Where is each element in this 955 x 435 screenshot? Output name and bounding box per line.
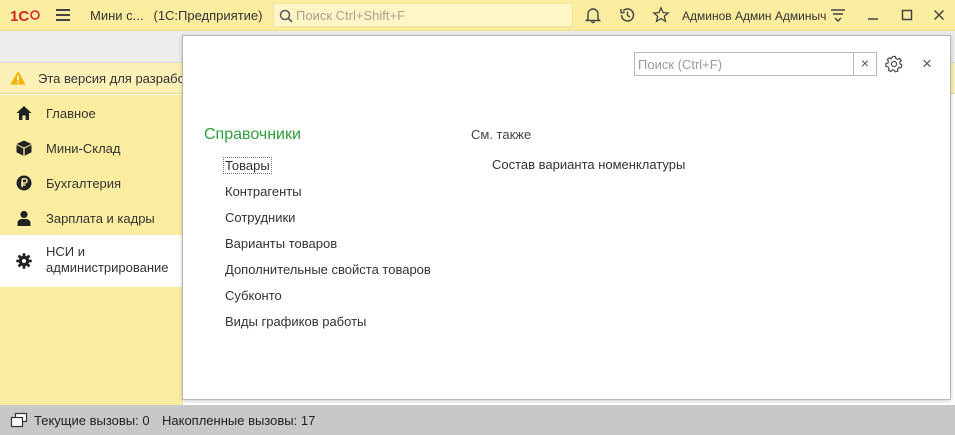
close-icon[interactable] (930, 6, 948, 24)
star-icon[interactable] (652, 6, 670, 24)
settings-lines-icon[interactable] (829, 6, 847, 24)
panel-search-input[interactable] (638, 56, 852, 72)
link-product-variants[interactable]: Варианты товаров (225, 236, 431, 262)
label-line-2: администрирование (46, 260, 169, 275)
link-variant-composition[interactable]: Состав варианта номенклатуры (492, 157, 685, 172)
history-icon[interactable] (618, 6, 636, 24)
current-calls: Текущие вызовы: 0 (34, 413, 150, 428)
warning-text: Эта версия для разрабо (38, 71, 185, 86)
sidebar-item-salary[interactable]: Зарплата и кадры (0, 200, 183, 235)
gear-icon (16, 253, 32, 269)
app-name: Мини с... (90, 8, 144, 23)
link-label: Товары (223, 157, 272, 174)
bell-icon[interactable] (584, 6, 602, 24)
function-panel: × × Справочники Товары Контрагенты Сотру… (182, 35, 951, 400)
sidebar-item-label: Главное (46, 106, 96, 121)
link-products[interactable]: Товары (223, 157, 431, 184)
link-subconto[interactable]: Субконто (225, 288, 431, 314)
sidebar-item-admin[interactable]: НСИ и администрирование (0, 235, 183, 287)
sidebar-item-label: Мини-Склад (46, 141, 121, 156)
sidebar-item-mini-warehouse[interactable]: Мини-Склад (0, 130, 183, 165)
sidebar: Главное Мини-Склад Бухгалтерия Зарплата … (0, 95, 183, 405)
status-bar: Текущие вызовы: 0 Накопленные вызовы: 17 (0, 405, 955, 435)
sidebar-item-label: Зарплата и кадры (46, 211, 155, 226)
panel-close-button[interactable]: × (920, 54, 934, 74)
maximize-icon[interactable] (898, 6, 916, 24)
sidebar-item-accounting[interactable]: Бухгалтерия (0, 165, 183, 200)
link-additional-properties[interactable]: Дополнительные свойста товаров (225, 262, 431, 288)
home-icon (16, 106, 32, 120)
ruble-coin-icon (16, 175, 32, 191)
sidebar-item-label: Бухгалтерия (46, 176, 122, 191)
clear-search-button[interactable]: × (853, 53, 876, 75)
menu-icon[interactable] (56, 9, 70, 21)
platform-name: (1С:Предприятие) (153, 8, 263, 23)
1c-logo[interactable]: 1С (10, 7, 42, 24)
svg-text:1С: 1С (10, 8, 29, 24)
person-icon (17, 210, 31, 226)
settings-gear-icon[interactable] (885, 55, 903, 73)
app-title: Мини с... (1С:Предприятие) (90, 8, 263, 23)
global-search-input[interactable] (296, 6, 566, 24)
link-counterparties[interactable]: Контрагенты (225, 184, 431, 210)
search-icon (279, 9, 293, 23)
warning-icon (10, 71, 26, 85)
link-employees[interactable]: Сотрудники (225, 210, 431, 236)
accumulated-calls: Накопленные вызовы: 17 (162, 413, 316, 428)
windows-icon[interactable] (10, 412, 28, 428)
panel-search[interactable]: × (634, 52, 877, 76)
sidebar-item-label: НСИ и администрирование (46, 244, 169, 276)
minimize-icon[interactable] (864, 6, 882, 24)
user-name[interactable]: Админов Админ Админыч (682, 9, 826, 23)
catalog-links: Товары Контрагенты Сотрудники Варианты т… (223, 157, 431, 340)
title-bar: 1С Мини с... (1С:Предприятие) Админов Адм… (0, 0, 955, 31)
sidebar-item-main[interactable]: Главное (0, 95, 183, 130)
link-schedule-types[interactable]: Виды графиков работы (225, 314, 431, 340)
label-line-1: НСИ и (46, 244, 85, 259)
box-icon (16, 140, 32, 156)
see-also-title: См. также (471, 127, 532, 142)
section-title: Справочники (204, 126, 301, 143)
global-search[interactable] (273, 3, 573, 27)
